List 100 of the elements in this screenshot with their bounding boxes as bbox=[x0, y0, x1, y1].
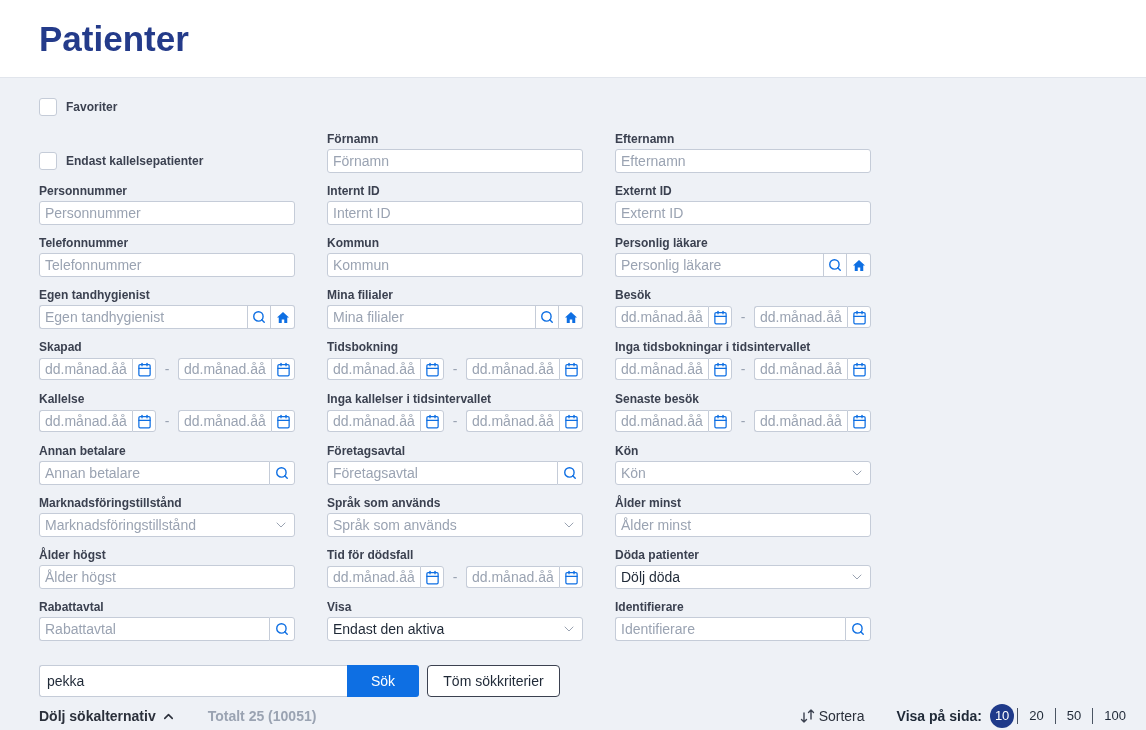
text-field[interactable]: Rabattavtal bbox=[39, 617, 269, 641]
date-field[interactable]: dd.månad.åå bbox=[466, 358, 559, 380]
calendar-button[interactable] bbox=[708, 306, 732, 328]
field-label: Döda patienter bbox=[615, 547, 699, 563]
text-field[interactable]: Personnummer bbox=[39, 201, 295, 225]
calendar-button[interactable] bbox=[847, 306, 871, 328]
page-size-option[interactable]: 100 bbox=[1096, 704, 1134, 728]
range-separator: - bbox=[740, 361, 746, 377]
field-label: Annan betalare bbox=[39, 443, 126, 459]
calendar-button[interactable] bbox=[420, 566, 444, 588]
calendar-button[interactable] bbox=[420, 358, 444, 380]
home-button[interactable] bbox=[271, 305, 295, 329]
date-field[interactable]: dd.månad.åå bbox=[754, 358, 847, 380]
search-button[interactable] bbox=[269, 461, 295, 485]
page-size-option[interactable]: 10 bbox=[989, 704, 1015, 728]
range-separator: - bbox=[452, 361, 458, 377]
date-field[interactable]: dd.månad.åå bbox=[466, 410, 559, 432]
clear-criteria-button[interactable]: Töm sökkriterier bbox=[427, 665, 560, 697]
calendar-button[interactable] bbox=[271, 410, 295, 432]
range-separator: - bbox=[740, 413, 746, 429]
text-field[interactable]: Externt ID bbox=[615, 201, 871, 225]
search-button[interactable] bbox=[823, 253, 847, 277]
toggle-options-button[interactable]: Dölj sökalternativ bbox=[39, 705, 176, 727]
checkbox[interactable] bbox=[39, 98, 57, 116]
calendar-button[interactable] bbox=[559, 566, 583, 588]
date-field[interactable]: dd.månad.åå bbox=[466, 566, 559, 588]
search-button[interactable] bbox=[845, 617, 871, 641]
calendar-button[interactable] bbox=[271, 358, 295, 380]
calendar-icon bbox=[712, 361, 728, 377]
text-field[interactable]: Kommun bbox=[327, 253, 583, 277]
search-icon bbox=[851, 622, 865, 636]
calendar-button[interactable] bbox=[708, 410, 732, 432]
text-field[interactable]: Telefonnummer bbox=[39, 253, 295, 277]
text-field[interactable]: Egen tandhygienist bbox=[39, 305, 247, 329]
calendar-button[interactable] bbox=[847, 358, 871, 380]
dropdown[interactable]: Dölj döda bbox=[615, 565, 871, 589]
text-field[interactable]: Personlig läkare bbox=[615, 253, 823, 277]
calendar-button[interactable] bbox=[132, 410, 156, 432]
field-label: Personlig läkare bbox=[615, 235, 708, 251]
calendar-button[interactable] bbox=[708, 358, 732, 380]
calendar-button[interactable] bbox=[420, 410, 444, 432]
text-field[interactable]: Ålder högst bbox=[39, 565, 295, 589]
field-label: Besök bbox=[615, 287, 652, 303]
search-icon bbox=[252, 310, 266, 324]
date-field[interactable]: dd.månad.åå bbox=[39, 358, 132, 380]
date-field[interactable]: dd.månad.åå bbox=[39, 410, 132, 432]
search-button[interactable] bbox=[269, 617, 295, 641]
calendar-button[interactable] bbox=[847, 410, 871, 432]
search-button[interactable] bbox=[247, 305, 271, 329]
text-field[interactable]: Företagsavtal bbox=[327, 461, 557, 485]
search-button[interactable]: Sök bbox=[347, 665, 419, 697]
date-field[interactable]: dd.månad.åå bbox=[615, 306, 708, 328]
calendar-icon bbox=[712, 309, 728, 325]
calendar-button[interactable] bbox=[132, 358, 156, 380]
text-field[interactable]: Mina filialer bbox=[327, 305, 535, 329]
calendar-icon bbox=[424, 361, 440, 377]
home-button[interactable] bbox=[559, 305, 583, 329]
date-field[interactable]: dd.månad.åå bbox=[327, 566, 420, 588]
date-field[interactable]: dd.månad.åå bbox=[327, 358, 420, 380]
text-field[interactable]: Annan betalare bbox=[39, 461, 269, 485]
text-field[interactable]: Identifierare bbox=[615, 617, 845, 641]
text-field[interactable]: Ålder minst bbox=[615, 513, 871, 537]
home-button[interactable] bbox=[847, 253, 871, 277]
date-field[interactable]: dd.månad.åå bbox=[178, 358, 271, 380]
search-field[interactable]: pekka bbox=[39, 665, 347, 697]
field-label: Externt ID bbox=[615, 183, 672, 199]
search-icon bbox=[563, 466, 577, 480]
calendar-icon bbox=[851, 413, 867, 429]
search-button[interactable] bbox=[535, 305, 559, 329]
date-field[interactable]: dd.månad.åå bbox=[327, 410, 420, 432]
date-field[interactable]: dd.månad.åå bbox=[754, 306, 847, 328]
page-size-option[interactable]: 50 bbox=[1058, 704, 1090, 728]
field-label: Kommun bbox=[327, 235, 379, 251]
sort-button[interactable]: Sortera bbox=[799, 705, 865, 727]
field-label: Språk som används bbox=[327, 495, 441, 511]
checkbox-label: Endast kallelsepatienter bbox=[66, 153, 204, 170]
date-field[interactable]: dd.månad.åå bbox=[615, 410, 708, 432]
field-label: Företagsavtal bbox=[327, 443, 406, 459]
field-label: Telefonnummer bbox=[39, 235, 129, 251]
date-field[interactable]: dd.månad.åå bbox=[754, 410, 847, 432]
calendar-button[interactable] bbox=[559, 410, 583, 432]
field-label: Förnamn bbox=[327, 131, 379, 147]
checkbox[interactable] bbox=[39, 152, 57, 170]
home-icon bbox=[276, 311, 289, 323]
dropdown[interactable]: Endast den aktiva bbox=[327, 617, 583, 641]
field-label: Ålder högst bbox=[39, 547, 106, 563]
field-label: Kön bbox=[615, 443, 639, 459]
text-field[interactable]: Efternamn bbox=[615, 149, 871, 173]
home-icon bbox=[852, 259, 865, 271]
page-size-option[interactable]: 20 bbox=[1021, 704, 1052, 728]
date-field[interactable]: dd.månad.åå bbox=[615, 358, 708, 380]
search-button[interactable] bbox=[557, 461, 583, 485]
date-field[interactable]: dd.månad.åå bbox=[178, 410, 271, 432]
field-label: Mina filialer bbox=[327, 287, 394, 303]
text-field[interactable]: Förnamn bbox=[327, 149, 583, 173]
text-field[interactable]: Internt ID bbox=[327, 201, 583, 225]
home-icon bbox=[564, 311, 577, 323]
search-icon bbox=[275, 622, 289, 636]
calendar-icon bbox=[563, 569, 579, 585]
calendar-button[interactable] bbox=[559, 358, 583, 380]
